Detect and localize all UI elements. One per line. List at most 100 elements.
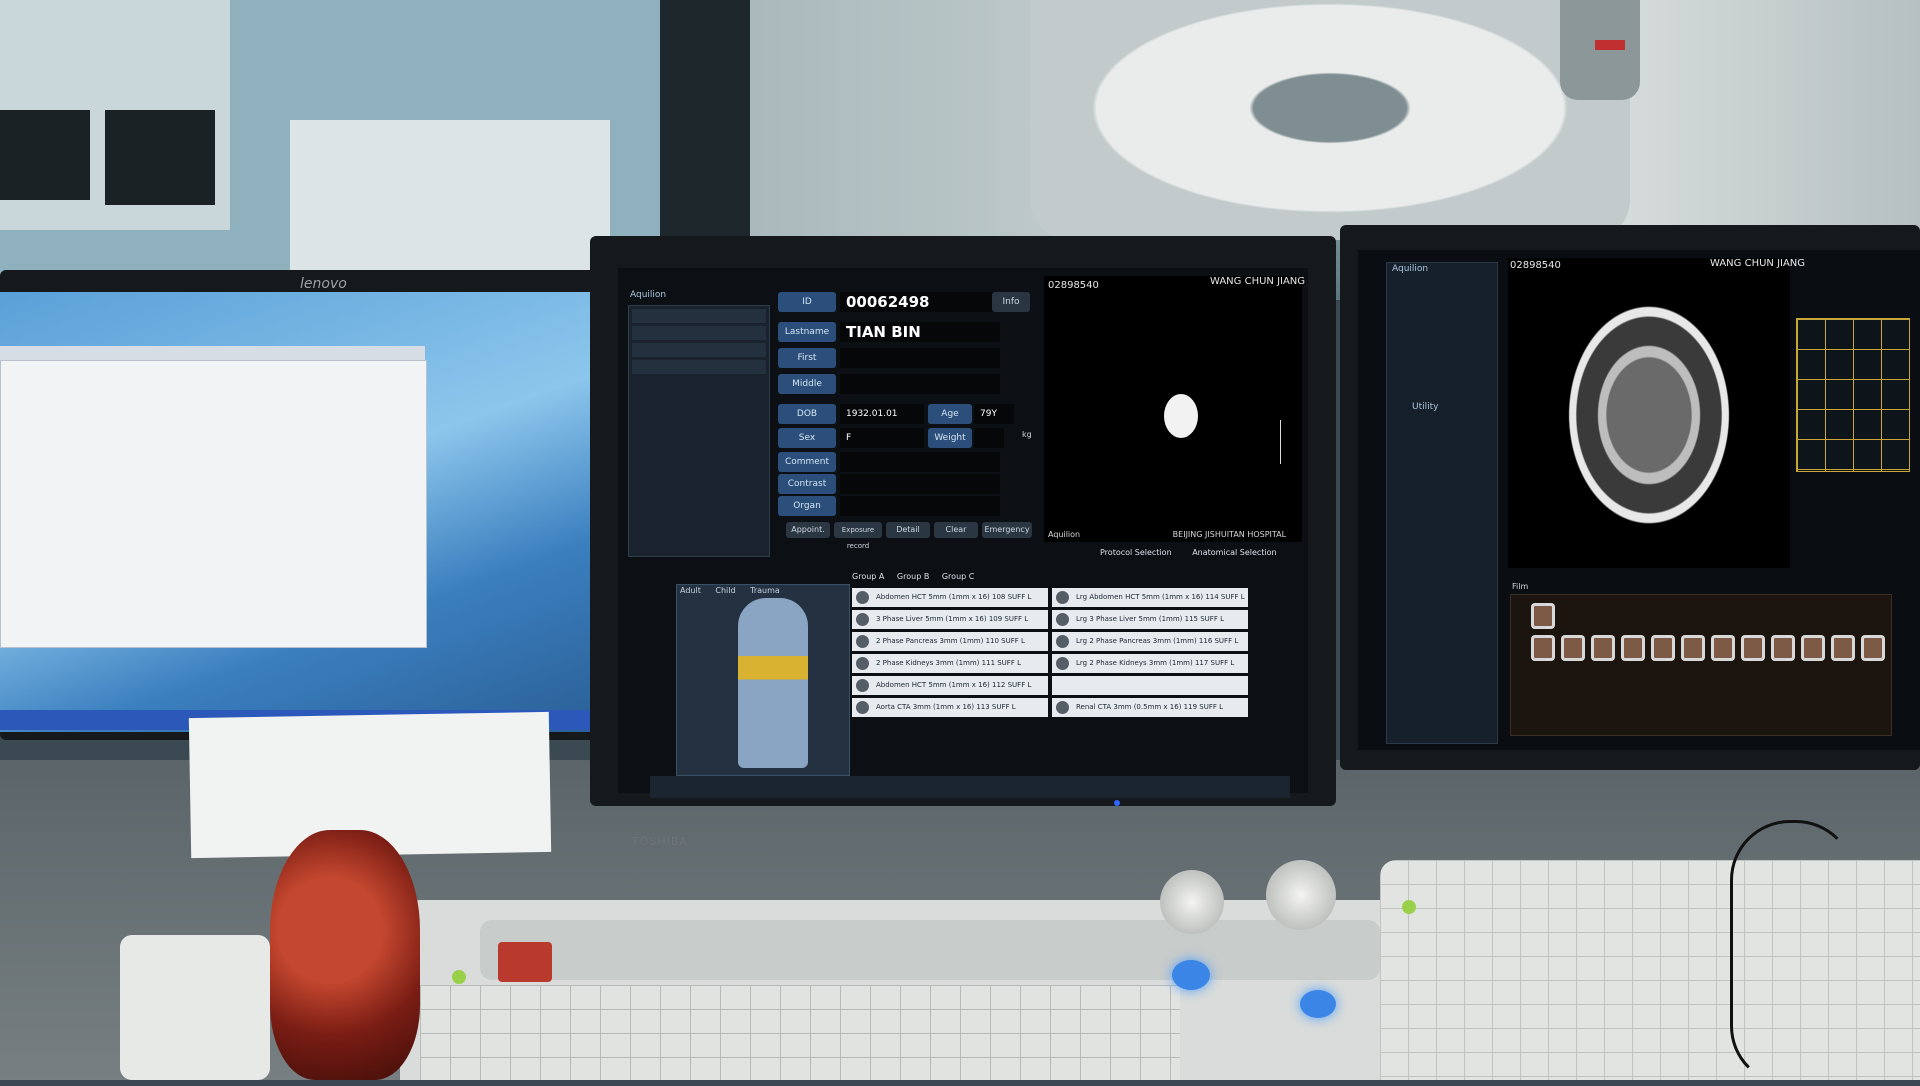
film-thumbnail[interactable] <box>1741 635 1765 661</box>
protocol-name: Abdomen HCT 5mm (1mm x 16) <box>876 593 990 601</box>
info-button[interactable]: Info <box>992 292 1030 312</box>
body-figure[interactable] <box>738 598 808 768</box>
age-field[interactable]: 79Y <box>974 404 1014 424</box>
sidebar-row[interactable] <box>632 343 766 357</box>
film-thumbnail[interactable] <box>1831 635 1855 661</box>
patient-type-tabs: Adult Child Trauma <box>680 586 780 595</box>
tab-trauma[interactable]: Trauma <box>750 586 780 595</box>
film-thumbnail[interactable] <box>1591 635 1615 661</box>
film-thumbnail[interactable] <box>1801 635 1825 661</box>
control-sidebar <box>628 305 770 557</box>
film-thumbnail[interactable] <box>1771 635 1795 661</box>
preview-patient-name: WANG CHUN JIANG <box>1210 276 1306 287</box>
film-thumbnail[interactable] <box>1681 635 1705 661</box>
window-titlebar[interactable] <box>0 346 425 360</box>
console-knob[interactable] <box>1160 870 1224 934</box>
film-thumbnail[interactable] <box>1561 635 1585 661</box>
sidebar-row[interactable] <box>632 326 766 340</box>
protocol-icon <box>1056 657 1069 670</box>
organ-label: Organ <box>778 496 836 516</box>
utility-label[interactable]: Utility <box>1412 402 1438 412</box>
viewer-sidebar[interactable] <box>1386 262 1498 744</box>
film-layout-grid[interactable] <box>1796 318 1910 472</box>
protocol-name: Lrg 2 Phase Kidneys 3mm (1mm) <box>1076 659 1193 667</box>
protocol-item[interactable]: Lrg 3 Phase Liver 5mm (1mm) 115 SUFF L <box>1052 610 1248 629</box>
window-frame <box>660 0 750 260</box>
sidebar-row[interactable] <box>632 360 766 374</box>
console-knob[interactable] <box>1266 860 1336 930</box>
tab-child[interactable]: Child <box>715 586 735 595</box>
protocol-list: Abdomen HCT 5mm (1mm x 16) 108 SUFF L Lr… <box>852 574 1250 759</box>
protocol-code: 113 SUFF L <box>976 703 1016 711</box>
film-thumbnail[interactable] <box>1531 603 1555 629</box>
exposure-record-button[interactable]: Exposure record <box>834 522 882 550</box>
console-blue-button[interactable] <box>1300 990 1336 1018</box>
protocol-item[interactable]: 3 Phase Liver 5mm (1mm x 16) 109 SUFF L <box>852 610 1048 629</box>
protocol-name: Abdomen HCT 5mm (1mm x 16) <box>876 681 990 689</box>
bottom-toolbar[interactable] <box>650 776 1290 798</box>
open-window[interactable] <box>0 360 427 648</box>
detail-button[interactable]: Detail <box>886 522 930 538</box>
protocol-selection-tab[interactable]: Protocol Selection <box>1100 548 1172 557</box>
console-power-led <box>452 970 466 984</box>
protocol-code: 114 SUFF L <box>1205 593 1245 601</box>
first-label: First <box>778 348 836 368</box>
start-scan-button[interactable] <box>1172 960 1210 990</box>
lastname-label: Lastname <box>778 322 836 342</box>
id-field[interactable]: 00062498 <box>840 292 1000 312</box>
viewer-logo: Aquilion <box>1392 264 1429 274</box>
appoint-button[interactable]: Appoint. <box>786 522 830 538</box>
center-monitor-brand: TOSHIBA <box>632 835 688 848</box>
protocol-item[interactable]: Lrg Abdomen HCT 5mm (1mm x 16) 114 SUFF … <box>1052 588 1248 607</box>
poster <box>0 0 230 230</box>
image-patient-name: WANG CHUN JIANG <box>1710 258 1806 269</box>
film-thumbnail[interactable] <box>1621 635 1645 661</box>
tab-adult[interactable]: Adult <box>680 586 701 595</box>
anatomical-selection-tab[interactable]: Anatomical Selection <box>1192 548 1276 557</box>
ct-gantry <box>1030 0 1630 240</box>
protocol-icon <box>856 591 869 604</box>
gift-bag <box>270 830 420 1080</box>
comment-field[interactable] <box>840 452 1000 472</box>
protocol-code: 111 SUFF L <box>981 659 1021 667</box>
protocol-item[interactable] <box>1052 676 1248 695</box>
keyboard-power-led <box>1402 900 1416 914</box>
weight-unit: kg <box>1022 430 1032 439</box>
contrast-label: Contrast <box>778 474 836 494</box>
protocol-item[interactable]: Renal CTA 3mm (0.5mm x 16) 119 SUFF L <box>1052 698 1248 717</box>
dob-field[interactable]: 1932.01.01 <box>840 404 924 424</box>
clear-button[interactable]: Clear <box>934 522 978 538</box>
protocol-item[interactable]: Aorta CTA 3mm (1mm x 16) 113 SUFF L <box>852 698 1048 717</box>
first-field[interactable] <box>840 348 1000 368</box>
console-keyboard[interactable] <box>420 985 1180 1080</box>
lastname-field[interactable]: TIAN BIN <box>840 322 1000 342</box>
protocol-item[interactable]: Lrg 2 Phase Kidneys 3mm (1mm) 117 SUFF L <box>1052 654 1248 673</box>
film-thumbnail-strip[interactable] <box>1510 594 1892 736</box>
middle-field[interactable] <box>840 374 1000 394</box>
middle-label: Middle <box>778 374 836 394</box>
protocol-item[interactable]: 2 Phase Kidneys 3mm (1mm) 111 SUFF L <box>852 654 1048 673</box>
power-led <box>1114 800 1120 806</box>
film-thumbnail[interactable] <box>1531 635 1555 661</box>
protocol-item[interactable]: Abdomen HCT 5mm (1mm x 16) 112 SUFF L <box>852 676 1048 695</box>
sidebar-row[interactable] <box>632 309 766 323</box>
weight-field[interactable] <box>974 428 1004 448</box>
film-thumbnail[interactable] <box>1861 635 1885 661</box>
emergency-button[interactable]: Emergency <box>982 522 1032 538</box>
film-label: Film <box>1512 582 1529 591</box>
protocol-code: 119 SUFF L <box>1183 703 1224 711</box>
film-thumbnail[interactable] <box>1711 635 1735 661</box>
age-label: Age <box>928 404 972 424</box>
organ-field[interactable] <box>840 496 1000 516</box>
preview-scale <box>1280 420 1285 464</box>
sex-select[interactable]: F <box>840 428 924 448</box>
emergency-stop-button[interactable] <box>498 942 552 982</box>
console-control-row <box>480 920 1380 980</box>
protocol-item[interactable]: Lrg 2 Phase Pancreas 3mm (1mm) 116 SUFF … <box>1052 632 1248 651</box>
film-thumbnail[interactable] <box>1651 635 1675 661</box>
protocol-code: 115 SUFF L <box>1184 615 1224 623</box>
protocol-item[interactable]: 2 Phase Pancreas 3mm (1mm) 110 SUFF L <box>852 632 1048 651</box>
contrast-field[interactable] <box>840 474 1000 494</box>
protocol-item[interactable]: Abdomen HCT 5mm (1mm x 16) 108 SUFF L <box>852 588 1048 607</box>
poster-image <box>105 110 215 205</box>
